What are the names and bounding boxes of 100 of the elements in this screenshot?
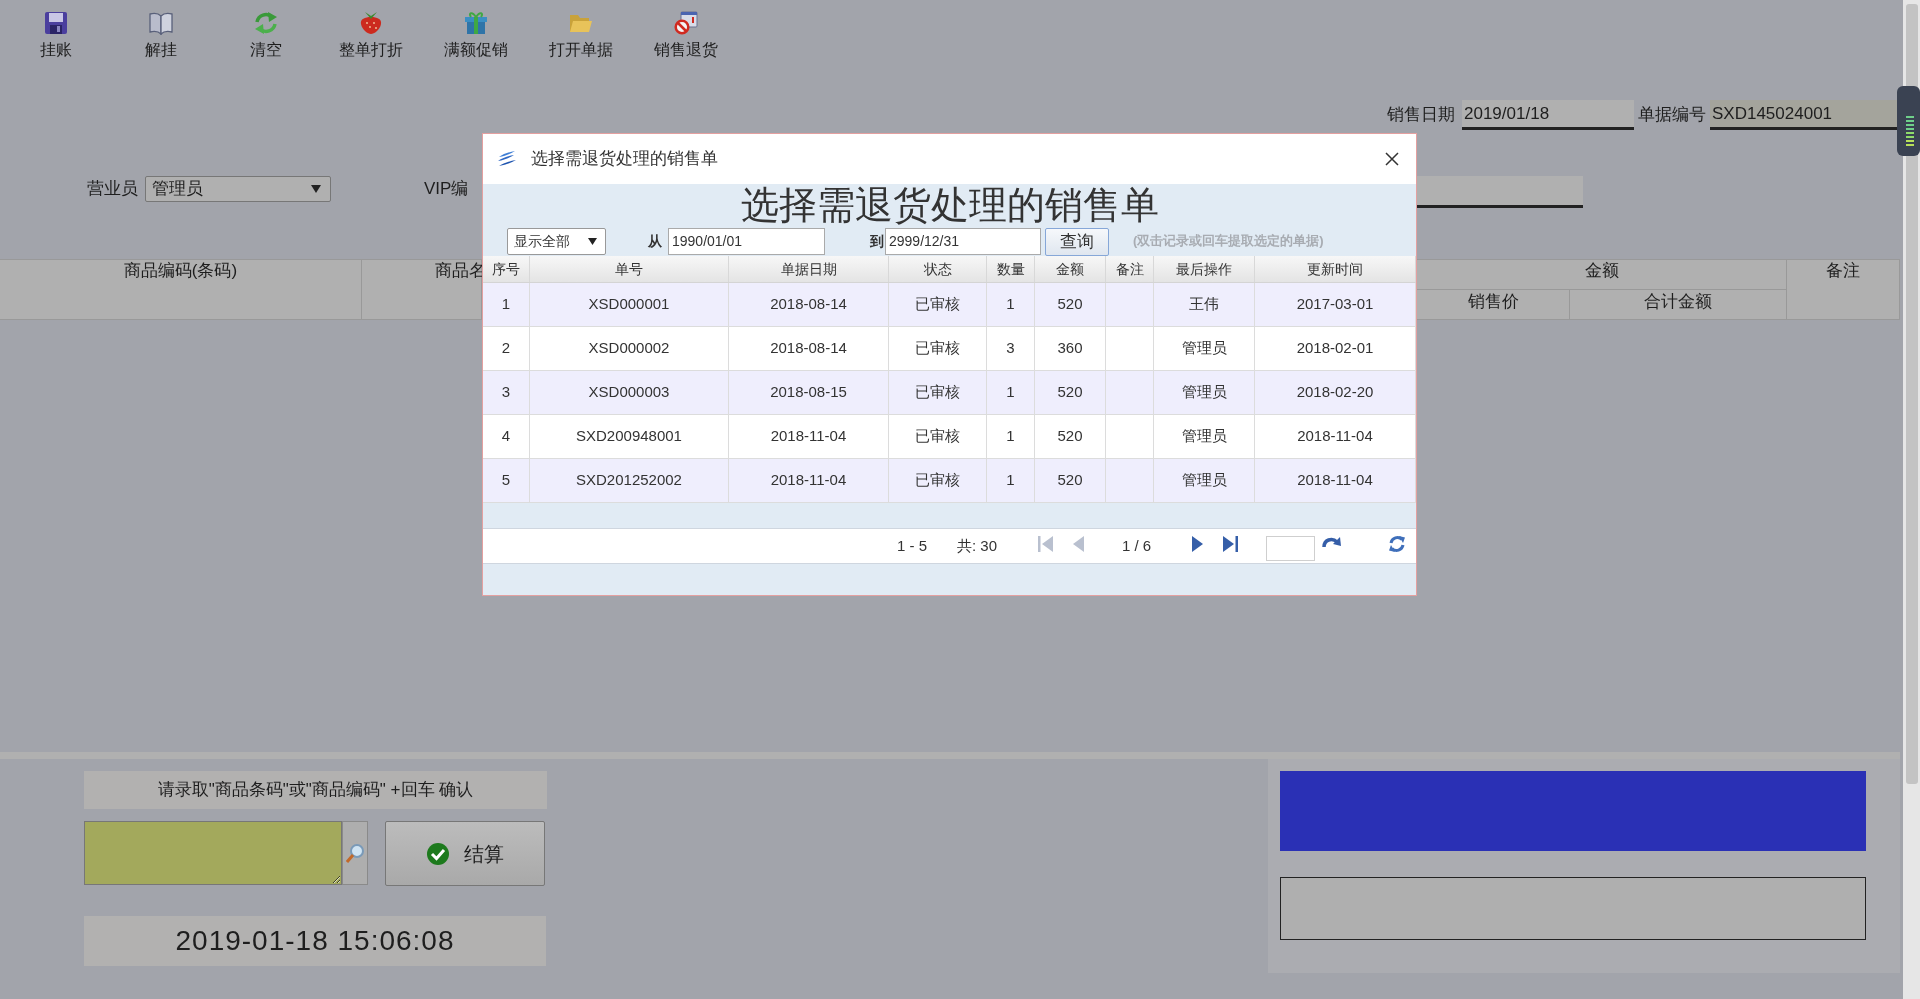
- table-cell-text: 1: [1006, 470, 1015, 491]
- swoosh-logo-icon: [497, 150, 517, 168]
- pager-text: 共: 30: [957, 535, 998, 556]
- dialog-heading: 选择需退货处理的销售单: [740, 184, 1159, 226]
- table-cell-text: 2018-11-04: [770, 426, 847, 447]
- close-icon[interactable]: [1385, 152, 1399, 166]
- scrollbar-track[interactable]: [1903, 0, 1920, 999]
- toolbar-button[interactable]: 销售退货: [644, 8, 728, 75]
- open-book-icon: [149, 11, 173, 35]
- checkmark-icon: [426, 841, 450, 866]
- column-header: 商品编码(条码): [0, 259, 362, 320]
- table-cell-text: 3: [501, 382, 511, 403]
- table-cell-text: 管理员: [1181, 426, 1227, 447]
- checkout-button[interactable]: 结算: [385, 821, 545, 886]
- refresh-icon[interactable]: [1388, 535, 1406, 553]
- circular-arrows-icon: [254, 11, 278, 35]
- table-cell-text: XSD000001: [588, 294, 670, 315]
- toolbar-button[interactable]: 满额促销: [434, 8, 518, 75]
- hint-text: (双击记录或回车提取选定的单据): [1133, 232, 1324, 251]
- table-cell-text: 已审核: [915, 294, 960, 315]
- column-header: 金额: [1035, 256, 1106, 282]
- table-row[interactable]: 3 XSD000003 2018-08-15 已审核 1 520 管理员 2018-02-20: [483, 371, 1416, 415]
- scope-dropdown[interactable]: 显示全部: [507, 227, 606, 255]
- column-header: 备注: [1787, 259, 1900, 320]
- table-cell-text: 2018-02-01: [1296, 338, 1374, 359]
- table-cell-text: 520: [1057, 382, 1083, 403]
- date-field[interactable]: 2019/01/18: [1462, 100, 1634, 130]
- vip-field[interactable]: [1417, 176, 1583, 208]
- table-cell-text: 2018-08-14: [770, 338, 847, 359]
- column-header: 更新时间: [1255, 256, 1416, 282]
- dialog-title: 选择需退货处理的销售单: [531, 148, 718, 171]
- clock-display: 2019-01-18 15:06:08: [84, 916, 546, 966]
- caret-icon: [588, 237, 597, 245]
- table-row[interactable]: 1 XSD000001 2018-08-14 已审核 1 520 王伟 2017-03-01: [483, 283, 1416, 327]
- table-cell-text: XSD000003: [588, 382, 670, 403]
- column-header: 单据日期: [729, 256, 889, 282]
- table-cell-text: 已审核: [915, 426, 960, 447]
- gift-box-icon: [464, 11, 488, 35]
- toolbar-button[interactable]: 挂账: [14, 8, 98, 75]
- table-cell-text: 1: [1006, 426, 1015, 447]
- input-prompt: 请录取"商品条码"或"商品编码" +回车 确认: [84, 771, 547, 809]
- table-cell-text: 360: [1057, 338, 1083, 359]
- column-header: 数量: [987, 256, 1035, 282]
- table-row[interactable]: 2 XSD000002 2018-08-14 已审核 3 360 管理员 2018-02-01: [483, 327, 1416, 371]
- table-cell-text: 王伟: [1189, 294, 1219, 315]
- toolbar-button[interactable]: 解挂: [119, 8, 203, 75]
- column-header: 单号: [530, 256, 729, 282]
- no-entry-sign-icon: [674, 11, 698, 35]
- toolbar-button[interactable]: 清空: [224, 8, 308, 75]
- field-label: 单据编号: [1638, 104, 1706, 127]
- field-label: 从: [648, 231, 662, 251]
- table-cell-text: 2018-11-04: [1297, 426, 1373, 447]
- field-label: 到: [870, 231, 884, 251]
- caret-icon: [311, 185, 321, 193]
- table-cell-text: 已审核: [915, 382, 960, 403]
- table-row[interactable]: 5 SXD201252002 2018-11-04 已审核 1 520 管理员 2018-11-04: [483, 459, 1416, 503]
- table-cell-text: 2018-02-20: [1296, 382, 1374, 403]
- from-date-input[interactable]: 1990/01/01: [668, 227, 825, 255]
- table-cell-text: 2018-11-04: [770, 470, 847, 491]
- table-cell-text: 2018-11-04: [1297, 470, 1373, 491]
- table-cell-text: SXD200948001: [576, 426, 682, 447]
- scrollbar-thumb[interactable]: [1905, 4, 1918, 784]
- document-number-field[interactable]: SXD145024001: [1710, 100, 1900, 130]
- pager-text: 1 / 6: [1122, 535, 1152, 556]
- field-label: 营业员: [87, 178, 138, 200]
- next-page-icon[interactable]: [1192, 535, 1204, 553]
- table-row[interactable]: 4 SXD200948001 2018-11-04 已审核 1 520 管理员 2018-11-04: [483, 415, 1416, 459]
- column-header: 最后操作: [1154, 256, 1255, 282]
- column-header: 销售价: [1417, 290, 1570, 320]
- table-cell-text: 2: [501, 338, 511, 359]
- table-cell-text: 520: [1057, 470, 1083, 491]
- barcode-input[interactable]: [84, 821, 342, 885]
- table-cell-text: 1: [1006, 294, 1015, 315]
- salesperson-dropdown[interactable]: 管理员: [145, 176, 331, 202]
- table-cell-text: XSD000002: [588, 338, 670, 359]
- column-header: 合计金额: [1570, 290, 1787, 320]
- table-cell-text: 4: [501, 426, 511, 447]
- column-header: 金额: [1417, 260, 1787, 290]
- table-cell-text: 2018-08-14: [770, 294, 847, 315]
- page-number-input[interactable]: [1266, 535, 1315, 561]
- column-header: 序号: [483, 256, 530, 282]
- table-cell-text: 已审核: [915, 470, 960, 491]
- search-button[interactable]: [342, 821, 368, 885]
- table-cell-text: 3: [1006, 338, 1015, 359]
- query-button[interactable]: 查询: [1045, 228, 1109, 256]
- table-cell-text: 520: [1057, 426, 1083, 447]
- table-cell-text: 1: [501, 294, 511, 315]
- toolbar-button[interactable]: 整单打折: [329, 8, 413, 75]
- toolbar-button[interactable]: 打开单据: [539, 8, 623, 75]
- table-cell-text: 2018-08-15: [770, 382, 847, 403]
- search-icon: [346, 843, 364, 863]
- to-date-input[interactable]: 2999/12/31: [885, 227, 1041, 255]
- table-cell-text: 管理员: [1181, 470, 1227, 491]
- table-cell-text: 2017-03-01: [1296, 294, 1374, 315]
- column-header: 状态: [889, 256, 987, 282]
- table-cell-text: 已审核: [915, 338, 960, 359]
- strawberry-icon: [359, 11, 383, 35]
- last-page-icon[interactable]: [1222, 535, 1239, 553]
- table-cell-text: 管理员: [1181, 338, 1227, 359]
- table-cell-text: SXD201252002: [576, 470, 682, 491]
